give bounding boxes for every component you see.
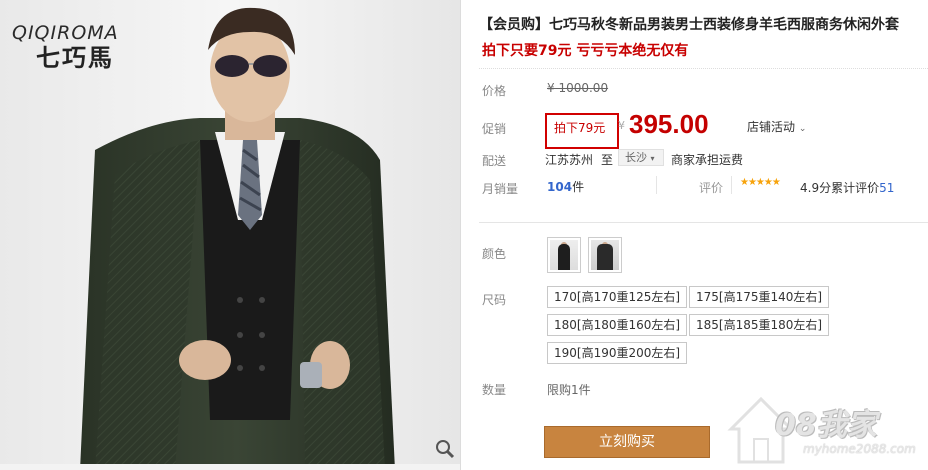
price-label: 价格 bbox=[482, 84, 507, 98]
product-subtitle: 拍下只要79元 亏亏亏本绝无仅有 bbox=[482, 43, 689, 59]
monthly-sales: 104件 bbox=[547, 178, 584, 195]
store-activity-label: 店铺活动 bbox=[747, 120, 796, 134]
shipping-label: 配送 bbox=[482, 154, 507, 168]
product-photo[interactable]: QIQIROMA 七巧馬 bbox=[0, 0, 461, 470]
product-info-panel: 【会员购】七巧马秋冬新品男装男士西装修身羊毛西服商务休闲外套 拍下只要79元 亏… bbox=[475, 0, 928, 470]
rating-summary: 4.9分累计评价51 bbox=[800, 179, 894, 196]
size-option-185[interactable]: 185[高185重180左右] bbox=[689, 314, 830, 336]
monthly-sales-label: 月销量 bbox=[482, 182, 519, 196]
size-option-190[interactable]: 190[高190重200左右] bbox=[547, 342, 688, 364]
divider bbox=[479, 222, 928, 223]
brand-logo-cn: 七巧馬 bbox=[36, 43, 114, 72]
color-swatch-1[interactable] bbox=[547, 237, 581, 273]
color-swatch-2[interactable] bbox=[588, 237, 622, 273]
watermark-url: myhome2088.com bbox=[803, 442, 916, 456]
quantity-label: 数量 bbox=[482, 383, 507, 397]
color-label: 颜色 bbox=[482, 247, 507, 261]
buy-now-button[interactable]: 立刻购买 bbox=[544, 426, 710, 458]
original-price: ¥ 1000.00 bbox=[547, 81, 609, 95]
divider bbox=[731, 176, 732, 194]
size-option-180[interactable]: 180[高180重160左右] bbox=[547, 314, 688, 336]
color-thumbnail bbox=[550, 240, 578, 270]
product-title: 【会员购】七巧马秋冬新品男装男士西装修身羊毛西服商务休闲外套 bbox=[479, 17, 899, 33]
promo-price: 395.00 bbox=[629, 109, 709, 139]
zoom-magnifier-icon[interactable] bbox=[434, 438, 456, 460]
watermark-text: 08我家 bbox=[775, 408, 877, 443]
triangle-down-icon: ▾ bbox=[650, 154, 655, 163]
destination-city: 长沙 bbox=[625, 151, 647, 164]
chevron-down-icon: ⌄ bbox=[798, 124, 807, 134]
thumbnail-strip bbox=[0, 464, 460, 470]
color-thumbnail bbox=[591, 240, 619, 270]
promo-label: 促销 bbox=[482, 122, 507, 136]
divider bbox=[479, 68, 928, 69]
divider bbox=[656, 176, 657, 194]
promo-tag-text: 拍下79元 bbox=[554, 121, 606, 135]
size-option-175[interactable]: 175[高175重140左右] bbox=[689, 286, 830, 308]
rating-stars: ★★★★★ bbox=[740, 177, 781, 188]
purchase-limit: 限购1件 bbox=[547, 383, 591, 397]
shipping-fee-note: 商家承担运费 bbox=[671, 153, 744, 167]
size-label: 尺码 bbox=[482, 293, 507, 307]
destination-city-select[interactable]: 长沙 ▾ bbox=[618, 149, 664, 166]
rating-score: 4.9分 bbox=[800, 181, 832, 195]
promo-tag-box: 拍下79元 bbox=[545, 113, 619, 149]
size-option-170[interactable]: 170[高170重125左右] bbox=[547, 286, 688, 308]
total-reviews-link[interactable]: 51 bbox=[879, 181, 894, 195]
currency-symbol: ¥ bbox=[618, 119, 625, 132]
ship-from: 江苏苏州 bbox=[545, 153, 594, 167]
store-activity-dropdown[interactable]: 店铺活动 ⌄ bbox=[747, 118, 806, 135]
monthly-sales-unit: 件 bbox=[572, 180, 585, 194]
rating-label: 评价 bbox=[699, 181, 724, 195]
ship-to-word: 至 bbox=[601, 153, 614, 167]
total-reviews-label: 累计评价 bbox=[831, 181, 880, 195]
monthly-sales-count: 104 bbox=[547, 180, 573, 194]
